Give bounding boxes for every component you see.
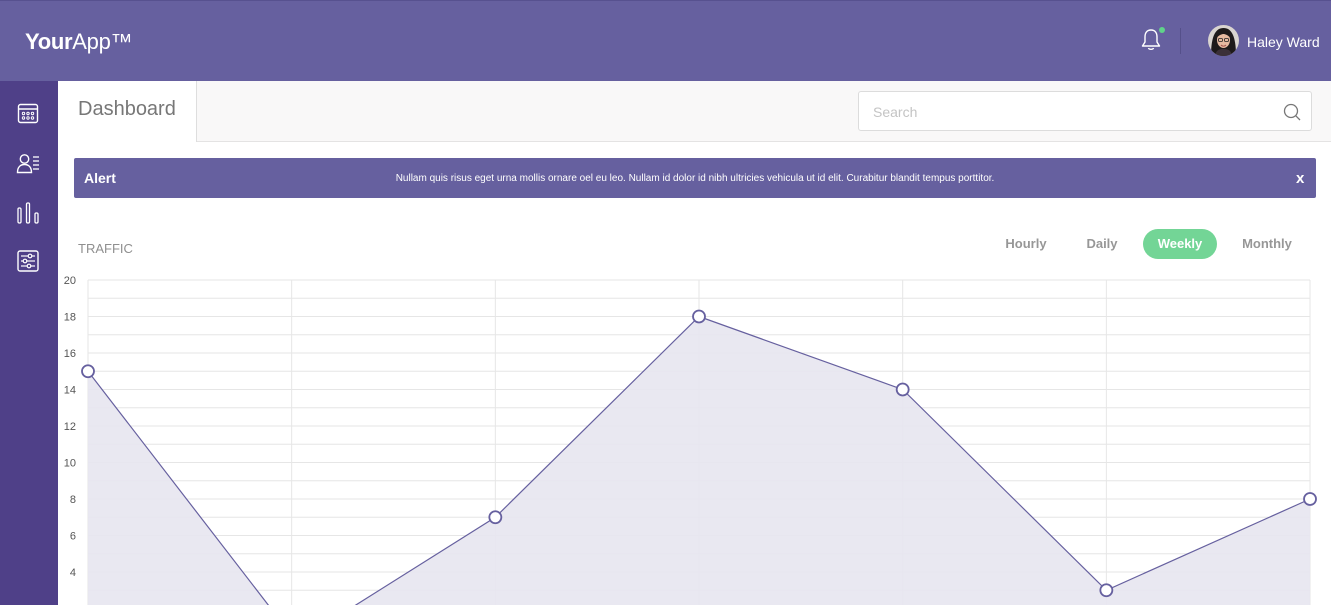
traffic-chart: 20 18 16 14 12 10 8 6 4 bbox=[64, 275, 1317, 605]
data-point[interactable] bbox=[81, 364, 95, 379]
y-tick-label: 14 bbox=[64, 385, 76, 397]
header-divider bbox=[1180, 28, 1181, 54]
y-tick-label: 20 bbox=[64, 275, 76, 287]
y-tick-label: 12 bbox=[64, 421, 76, 433]
data-point[interactable] bbox=[1099, 583, 1114, 598]
alert-message: Nullam quis risus eget urna mollis ornar… bbox=[395, 173, 995, 184]
y-tick-label: 8 bbox=[70, 494, 76, 506]
page-title: Dashboard bbox=[78, 98, 176, 120]
tab-dashboard[interactable]: Dashboard bbox=[58, 81, 197, 142]
alert-banner: Alert Nullam quis risus eget urna mollis… bbox=[74, 158, 1316, 198]
top-bar: YourApp™ Haley Ward bbox=[0, 0, 1331, 81]
data-point[interactable] bbox=[1303, 492, 1317, 506]
alert-close-button[interactable]: x bbox=[1296, 170, 1304, 187]
bar-chart-icon[interactable] bbox=[16, 201, 40, 225]
period-tab-hourly[interactable]: Hourly bbox=[990, 229, 1062, 259]
user-name[interactable]: Haley Ward bbox=[1247, 34, 1320, 50]
y-tick-label: 10 bbox=[64, 458, 76, 470]
app-logo[interactable]: YourApp™ bbox=[25, 29, 133, 55]
area-fill bbox=[88, 316, 1311, 605]
data-point[interactable] bbox=[692, 309, 706, 324]
y-tick-label: 18 bbox=[64, 312, 76, 324]
period-tab-monthly[interactable]: Monthly bbox=[1228, 229, 1306, 259]
user-list-icon[interactable] bbox=[16, 151, 40, 175]
data-point[interactable] bbox=[488, 510, 503, 525]
search-input[interactable] bbox=[873, 102, 1273, 122]
search-box bbox=[858, 91, 1312, 131]
period-tab-weekly[interactable]: Weekly bbox=[1143, 229, 1217, 259]
user-avatar[interactable] bbox=[1208, 25, 1239, 56]
notification-dot bbox=[1159, 27, 1165, 33]
y-tick-label: 4 bbox=[70, 567, 76, 579]
data-point[interactable] bbox=[895, 382, 910, 397]
traffic-label: TRAFFIC bbox=[78, 241, 133, 256]
y-tick-label: 6 bbox=[70, 531, 76, 543]
calendar-icon[interactable] bbox=[16, 101, 40, 125]
search-icon[interactable] bbox=[1282, 102, 1302, 122]
y-tick-label: 16 bbox=[64, 348, 76, 360]
sub-header: Dashboard bbox=[58, 81, 1331, 142]
period-tab-daily[interactable]: Daily bbox=[1072, 229, 1132, 259]
